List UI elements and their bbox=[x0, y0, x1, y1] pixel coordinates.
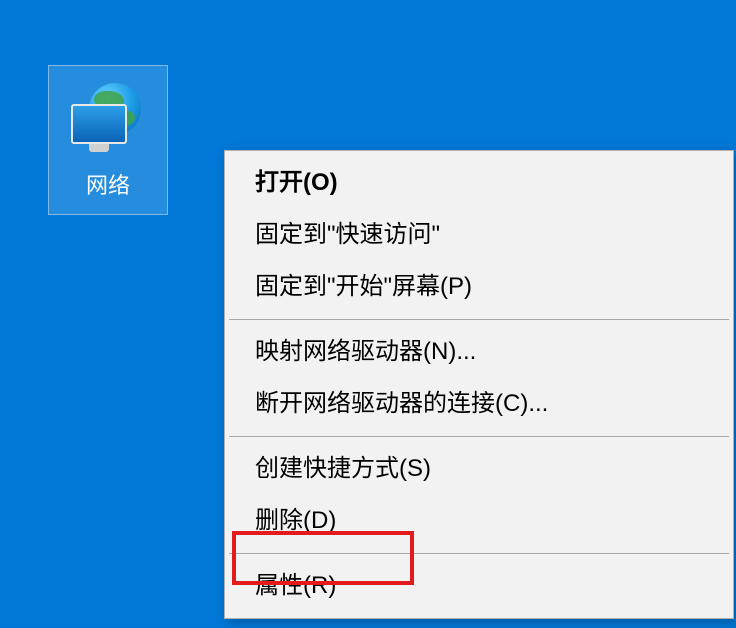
menu-item-properties[interactable]: 属性(R) bbox=[225, 560, 733, 612]
menu-divider bbox=[229, 553, 729, 554]
menu-item-delete[interactable]: 删除(D) bbox=[225, 495, 733, 547]
desktop-icon-label: 网络 bbox=[86, 168, 130, 200]
menu-item-create-shortcut[interactable]: 创建快捷方式(S) bbox=[225, 443, 733, 495]
context-menu: 打开(O) 固定到"快速访问" 固定到"开始"屏幕(P) 映射网络驱动器(N).… bbox=[224, 150, 734, 619]
menu-item-disconnect-drive[interactable]: 断开网络驱动器的连接(C)... bbox=[225, 378, 733, 430]
menu-divider bbox=[229, 436, 729, 437]
menu-divider bbox=[229, 319, 729, 320]
menu-item-open[interactable]: 打开(O) bbox=[225, 157, 733, 209]
network-icon bbox=[71, 81, 146, 156]
menu-item-map-drive[interactable]: 映射网络驱动器(N)... bbox=[225, 326, 733, 378]
menu-item-pin-quick-access[interactable]: 固定到"快速访问" bbox=[225, 209, 733, 261]
menu-item-pin-start[interactable]: 固定到"开始"屏幕(P) bbox=[225, 261, 733, 313]
desktop-icon-network[interactable]: 网络 bbox=[48, 65, 168, 215]
